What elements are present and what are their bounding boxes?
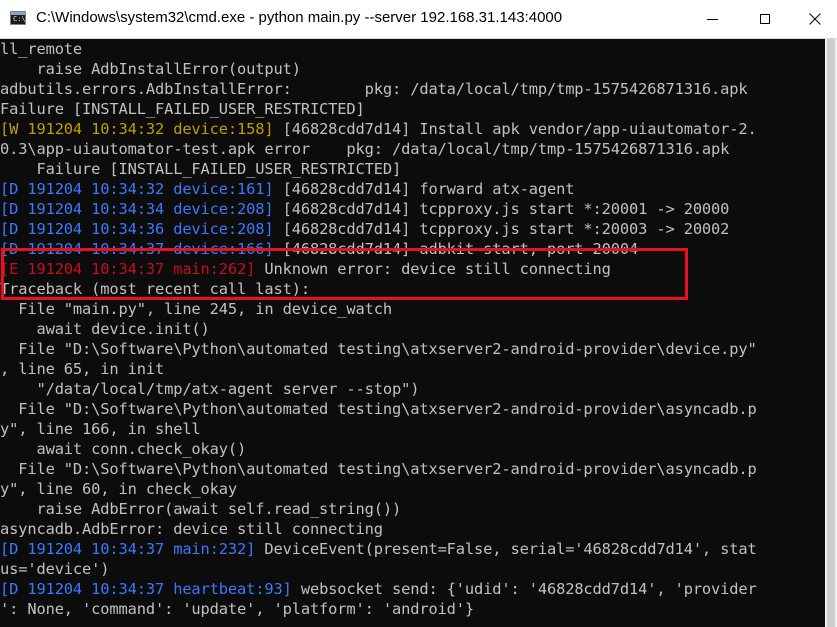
log-prefix: [E 191204 10:34:37 main:262] <box>0 260 256 278</box>
console-line: File "D:\Software\Python\automated testi… <box>0 399 825 419</box>
console-line: [D 191204 10:34:37 heartbeat:93] websock… <box>0 579 825 599</box>
console-line: [D 191204 10:34:32 device:161] [46828cdd… <box>0 179 825 199</box>
console-line: y", line 60, in check_okay <box>0 479 825 499</box>
maximize-button[interactable] <box>740 0 790 38</box>
console-text: File "main.py", line 245, in device_watc… <box>0 300 392 318</box>
log-prefix: [D 191204 10:34:37 main:232] <box>0 540 256 558</box>
console-text: await conn.check_okay() <box>0 440 247 458</box>
console-line: , line 65, in init <box>0 359 825 379</box>
console-line: File "D:\Software\Python\automated testi… <box>0 459 825 479</box>
console-line: Failure [INSTALL_FAILED_USER_RESTRICTED] <box>0 159 825 179</box>
console-text: [46828cdd7d14] forward atx-agent <box>273 180 575 198</box>
console-line: adbutils.errors.AdbInstallError: pkg: /d… <box>0 79 825 99</box>
log-prefix: [D 191204 10:34:32 device:161] <box>0 180 274 198</box>
console-text: [46828cdd7d14] tcpproxy.js start *:20003… <box>273 220 730 238</box>
console-text: , line 65, in init <box>0 360 165 378</box>
console-line: [D 191204 10:34:37 device:166] [46828cdd… <box>0 239 825 259</box>
console-line: 0.3\app-uiautomator-test.apk error pkg: … <box>0 139 825 159</box>
console-line: us='device') <box>0 559 825 579</box>
console-line: await device.init() <box>0 319 825 339</box>
cmd-window: C:\ C:\Windows\system32\cmd.exe - python… <box>0 0 837 627</box>
console-line: [D 191204 10:34:36 device:208] [46828cdd… <box>0 219 825 239</box>
console-text: ': None, 'command': 'update', 'platform'… <box>0 600 475 618</box>
console-line: asyncadb.AdbError: device still connecti… <box>0 519 825 539</box>
console-text: ll_remote <box>0 40 83 58</box>
window-title: C:\Windows\system32\cmd.exe - python mai… <box>36 9 563 26</box>
console-line: raise AdbInstallError(output) <box>0 59 825 79</box>
console-line: y", line 166, in shell <box>0 419 825 439</box>
console-line: ll_remote <box>0 39 825 59</box>
minimize-icon <box>706 18 718 20</box>
console-text: [46828cdd7d14] Install apk vendor/app-ui… <box>273 120 757 138</box>
console-line: [W 191204 10:34:32 device:158] [46828cdd… <box>0 119 825 139</box>
vertical-scrollbar[interactable] <box>825 39 837 627</box>
log-prefix: [D 191204 10:34:34 device:208] <box>0 200 274 218</box>
console-line: raise AdbError(await self.read_string()) <box>0 499 825 519</box>
console-line: File "main.py", line 245, in device_watc… <box>0 299 825 319</box>
console-text: y", line 166, in shell <box>0 420 201 438</box>
log-prefix: [D 191204 10:34:36 device:208] <box>0 220 274 238</box>
console-text: raise AdbInstallError(output) <box>0 60 301 78</box>
console-text: raise AdbError(await self.read_string()) <box>0 500 402 518</box>
console-text: adbutils.errors.AdbInstallError: pkg: /d… <box>0 80 748 98</box>
console-line: "/data/local/tmp/atx-agent server --stop… <box>0 379 825 399</box>
console-text: Failure [INSTALL_FAILED_USER_RESTRICTED] <box>0 100 365 118</box>
console-line: [E 191204 10:34:37 main:262] Unknown err… <box>0 259 825 279</box>
maximize-icon <box>760 14 770 24</box>
scrollbar-thumb[interactable] <box>827 39 835 627</box>
console-text: [46828cdd7d14] adbkit start, port 20004 <box>273 240 639 258</box>
console-text: 0.3\app-uiautomator-test.apk error pkg: … <box>0 140 730 158</box>
console-text: websocket send: {'udid': '46828cdd7d14',… <box>291 580 757 598</box>
console-text: Traceback (most recent call last): <box>0 280 310 298</box>
console-line: [D 191204 10:34:34 device:208] [46828cdd… <box>0 199 825 219</box>
console-line: ': None, 'command': 'update', 'platform'… <box>0 599 825 619</box>
console-text: Failure [INSTALL_FAILED_USER_RESTRICTED] <box>0 160 402 178</box>
log-prefix: [W 191204 10:34:32 device:158] <box>0 120 274 138</box>
console-line: [D 191204 10:34:37 main:232] DeviceEvent… <box>0 539 825 559</box>
console-text: [46828cdd7d14] tcpproxy.js start *:20001… <box>273 200 730 218</box>
console-line: Failure [INSTALL_FAILED_USER_RESTRICTED] <box>0 99 825 119</box>
console-line: File "D:\Software\Python\automated testi… <box>0 339 825 359</box>
console-text: await device.init() <box>0 320 210 338</box>
console-text: File "D:\Software\Python\automated testi… <box>0 340 757 358</box>
log-prefix: [D 191204 10:34:37 heartbeat:93] <box>0 580 292 598</box>
console-text: asyncadb.AdbError: device still connecti… <box>0 520 383 538</box>
console-text: File "D:\Software\Python\automated testi… <box>0 400 757 418</box>
close-icon <box>809 13 821 25</box>
console-output[interactable]: ll_remote raise AdbInstallError(output) a… <box>0 39 825 627</box>
minimize-button[interactable] <box>687 0 737 38</box>
console-text: File "D:\Software\Python\automated testi… <box>0 460 757 478</box>
cmd-icon[interactable]: C:\ <box>10 11 26 25</box>
console-line: Traceback (most recent call last): <box>0 279 825 299</box>
console-text: Unknown error: device still connecting <box>255 260 611 278</box>
console-text: "/data/local/tmp/atx-agent server --stop… <box>0 380 420 398</box>
console-line: await conn.check_okay() <box>0 439 825 459</box>
title-bar[interactable]: C:\ C:\Windows\system32\cmd.exe - python… <box>0 0 837 39</box>
console-text: DeviceEvent(present=False, serial='46828… <box>255 540 757 558</box>
close-button[interactable] <box>790 0 837 38</box>
log-prefix: [D 191204 10:34:37 device:166] <box>0 240 274 258</box>
console-text: y", line 60, in check_okay <box>0 480 238 498</box>
console-text: us='device') <box>0 560 110 578</box>
